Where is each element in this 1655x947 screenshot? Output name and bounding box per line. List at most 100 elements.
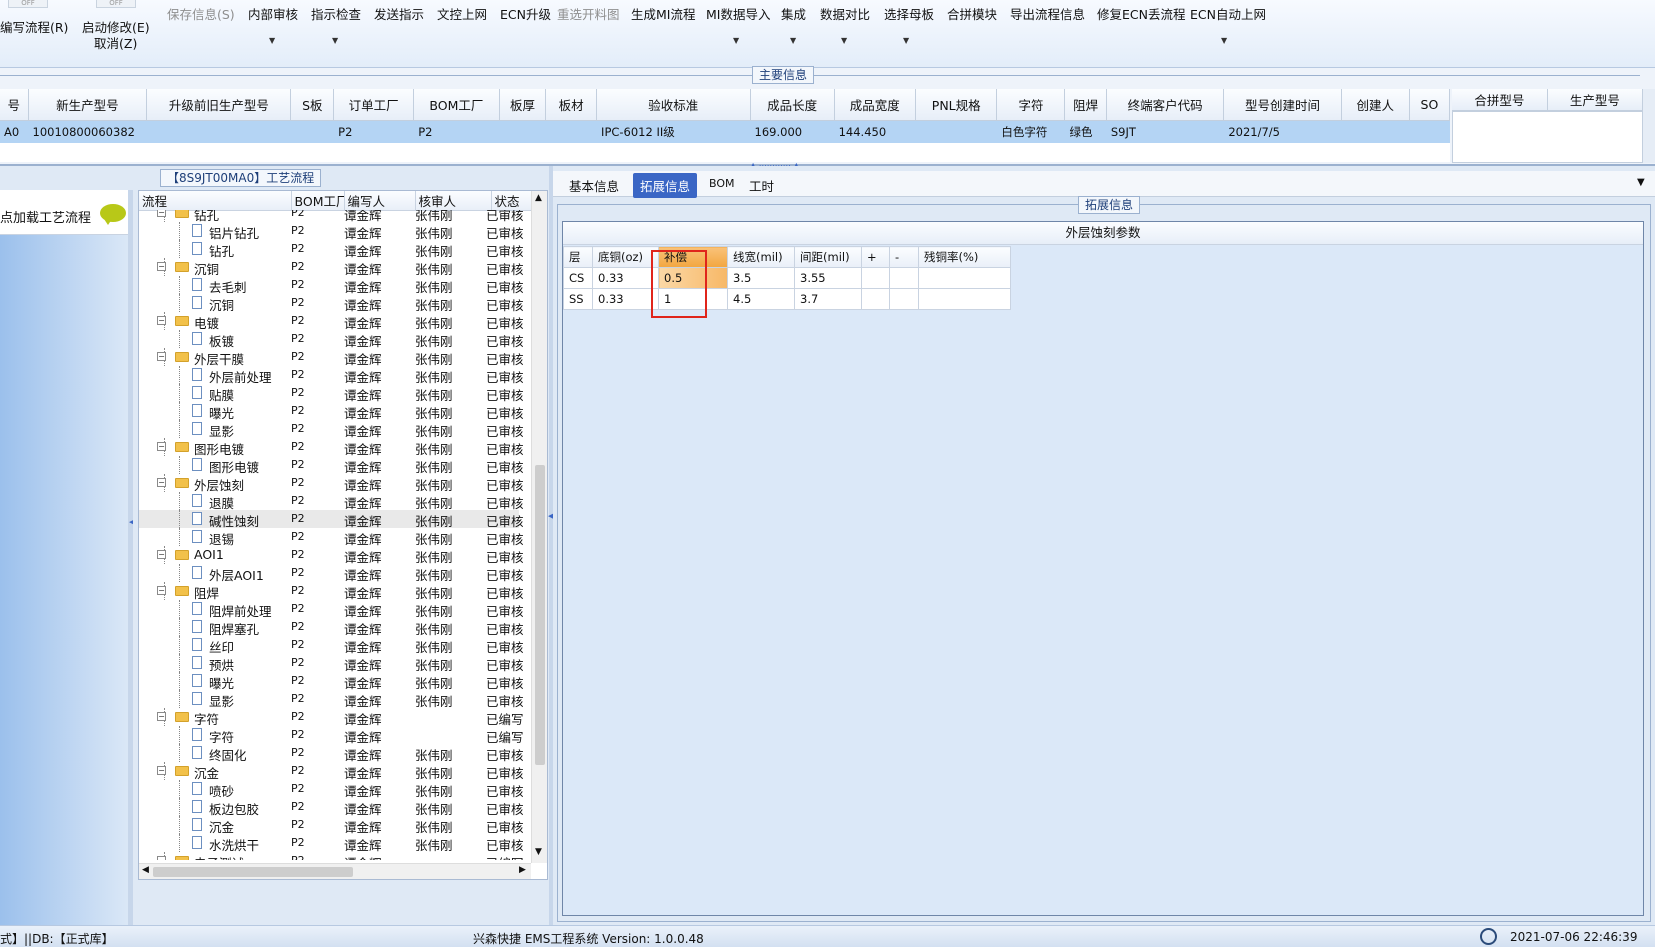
etch-cell[interactable]: 3.55: [794, 267, 862, 289]
etch-row[interactable]: SS 0.33 1 4.5 3.7: [563, 288, 1011, 310]
main-cell[interactable]: 169.000: [750, 121, 835, 143]
generate-mi-flow-button[interactable]: 生成MI流程: [631, 4, 695, 23]
main-cell[interactable]: [915, 121, 998, 143]
etch-col-header[interactable]: 底铜(oz): [592, 246, 659, 268]
main-cell[interactable]: A0: [0, 121, 29, 143]
collapse-icon[interactable]: −: [157, 442, 166, 451]
mi-data-import-button[interactable]: MI数据导入: [706, 4, 770, 23]
tree-row[interactable]: 显影 P2 谭金辉 张伟刚 已审核: [139, 690, 524, 709]
main-col-header[interactable]: 字符: [996, 89, 1066, 121]
etch-cell[interactable]: [861, 288, 890, 310]
tree-hscroll-thumb[interactable]: [153, 867, 353, 877]
ecn-auto-upload-dropdown-icon[interactable]: ▼: [1221, 36, 1227, 45]
integrate-dropdown-icon[interactable]: ▼: [790, 36, 796, 45]
main-col-header[interactable]: 号: [0, 89, 29, 121]
tree-col-header[interactable]: 流程: [139, 191, 292, 211]
merge-module-button[interactable]: 合拼模块: [947, 4, 997, 23]
cancel-button[interactable]: 取消(Z): [94, 33, 137, 52]
tab-extended-info[interactable]: 拓展信息: [633, 173, 698, 198]
tree-col-header[interactable]: 编写人: [344, 191, 416, 211]
tree-row[interactable]: − 电镀 P2 谭金辉 张伟刚 已审核: [139, 312, 524, 331]
tree-scroll-thumb[interactable]: [535, 465, 545, 765]
main-cell[interactable]: IPC-6012 II级: [596, 121, 751, 143]
data-compare-button[interactable]: 数据对比: [820, 4, 870, 23]
main-cell[interactable]: 2021/7/5: [1223, 121, 1342, 143]
tree-row[interactable]: 水洗烘干 P2 谭金辉 张伟刚 已审核: [139, 834, 524, 853]
main-col-header[interactable]: 型号创建时间: [1223, 89, 1342, 121]
main-col-header[interactable]: 阻焊: [1064, 89, 1107, 121]
tree-row[interactable]: − 沉铜 P2 谭金辉 张伟刚 已审核: [139, 258, 524, 277]
tree-row[interactable]: − AOI1 P2 谭金辉 张伟刚 已审核: [139, 546, 524, 565]
etch-cell[interactable]: [918, 288, 1011, 310]
doc-control-upload-button[interactable]: 文控上网: [437, 4, 487, 23]
main-cell[interactable]: [499, 121, 547, 143]
tree-row[interactable]: − 沉金 P2 谭金辉 张伟刚 已审核: [139, 762, 524, 781]
main-col-header[interactable]: 创建人: [1341, 89, 1410, 121]
tree-row[interactable]: 喷砂 P2 谭金辉 张伟刚 已审核: [139, 780, 524, 799]
main-col-header[interactable]: 成品长度: [750, 89, 835, 121]
main-cell[interactable]: [545, 121, 598, 143]
collapse-icon[interactable]: −: [157, 766, 166, 775]
collapse-icon[interactable]: −: [157, 856, 166, 860]
tree-row[interactable]: 铝片钻孔 P2 谭金辉 张伟刚 已审核: [139, 222, 524, 241]
save-info-button[interactable]: 保存信息(S): [167, 4, 235, 23]
main-cell[interactable]: 白色字符: [996, 121, 1066, 143]
tree-row[interactable]: 阻焊前处理 P2 谭金辉 张伟刚 已审核: [139, 600, 524, 619]
tab-basic-info[interactable]: 基本信息: [569, 176, 619, 195]
tree-col-header[interactable]: BOM工厂: [291, 191, 345, 211]
main-cell[interactable]: 144.450: [834, 121, 917, 143]
tree-row[interactable]: 字符 P2 谭金辉 已编写: [139, 726, 524, 745]
etch-row[interactable]: CS 0.33 0.5 3.5 3.55: [563, 267, 1011, 289]
etch-cell[interactable]: [861, 267, 890, 289]
tree-horizontal-scrollbar[interactable]: ◀ ▶: [139, 863, 531, 879]
write-flow-button[interactable]: 编写流程(R): [0, 17, 68, 36]
mi-import-dropdown-icon[interactable]: ▼: [733, 36, 739, 45]
tree-row[interactable]: 曝光 P2 谭金辉 张伟刚 已审核: [139, 402, 524, 421]
etch-cell[interactable]: [889, 267, 919, 289]
main-col-header[interactable]: 新生产型号: [28, 89, 148, 121]
main-cell[interactable]: [1409, 121, 1451, 143]
etch-cell[interactable]: 0.33: [592, 267, 659, 289]
panel-dropdown-icon[interactable]: ▼: [1637, 177, 1645, 188]
etch-cell[interactable]: 4.5: [727, 288, 795, 310]
tree-row[interactable]: 沉金 P2 谭金辉 张伟刚 已审核: [139, 816, 524, 835]
etch-cell[interactable]: 3.5: [727, 267, 795, 289]
tree-row[interactable]: 贴膜 P2 谭金辉 张伟刚 已审核: [139, 384, 524, 403]
etch-cell[interactable]: SS: [563, 288, 593, 310]
collapse-icon[interactable]: −: [157, 316, 166, 325]
tree-row[interactable]: 板边包胶 P2 谭金辉 张伟刚 已审核: [139, 798, 524, 817]
tree-col-header[interactable]: 状态: [491, 191, 532, 211]
etch-col-header[interactable]: 残铜率(%): [918, 246, 1011, 268]
select-mother-dropdown-icon[interactable]: ▼: [903, 36, 909, 45]
tree-row[interactable]: 终固化 P2 谭金辉 张伟刚 已审核: [139, 744, 524, 763]
collapse-icon[interactable]: −: [157, 712, 166, 721]
internal-audit-button[interactable]: 内部审核: [248, 4, 298, 23]
tree-row[interactable]: − 图形电镀 P2 谭金辉 张伟刚 已审核: [139, 438, 524, 457]
collapse-icon[interactable]: −: [157, 210, 166, 217]
main-col-header[interactable]: 订单工厂: [333, 89, 415, 121]
tab-hours[interactable]: 工时: [749, 176, 774, 195]
tree-row[interactable]: 去毛刺 P2 谭金辉 张伟刚 已审核: [139, 276, 524, 295]
main-col-header[interactable]: PNL规格: [915, 89, 998, 121]
internal-audit-dropdown-icon[interactable]: ▼: [269, 36, 275, 45]
tree-row[interactable]: 退锡 P2 谭金辉 张伟刚 已审核: [139, 528, 524, 547]
main-col-header[interactable]: 成品宽度: [834, 89, 917, 121]
main-info-row[interactable]: A0 10010800060382 P2 P2 IPC-6012 II级 169.000 1…: [0, 121, 1451, 143]
scroll-up-icon[interactable]: ▲: [535, 193, 542, 203]
tree-row[interactable]: 预烘 P2 谭金辉 张伟刚 已审核: [139, 654, 524, 673]
tree-row[interactable]: − 阻焊 P2 谭金辉 张伟刚 已审核: [139, 582, 524, 601]
etch-cell[interactable]: 0.33: [592, 288, 659, 310]
etch-cell[interactable]: [918, 267, 1011, 289]
merge-col-header[interactable]: 合拼型号: [1452, 89, 1548, 111]
collapse-icon[interactable]: −: [157, 478, 166, 487]
main-col-header[interactable]: 板材: [545, 89, 598, 121]
etch-cell[interactable]: [889, 288, 919, 310]
tree-row[interactable]: 丝印 P2 谭金辉 张伟刚 已审核: [139, 636, 524, 655]
main-col-header[interactable]: 验收标准: [596, 89, 751, 121]
main-col-header[interactable]: 升级前旧生产型号: [146, 89, 292, 121]
scroll-left-icon[interactable]: ◀: [142, 865, 149, 875]
main-cell[interactable]: [290, 121, 335, 143]
main-col-header[interactable]: SO: [1409, 89, 1451, 121]
tree-row[interactable]: 图形电镀 P2 谭金辉 张伟刚 已审核: [139, 456, 524, 475]
tree-row[interactable]: − 外层蚀刻 P2 谭金辉 张伟刚 已审核: [139, 474, 524, 493]
